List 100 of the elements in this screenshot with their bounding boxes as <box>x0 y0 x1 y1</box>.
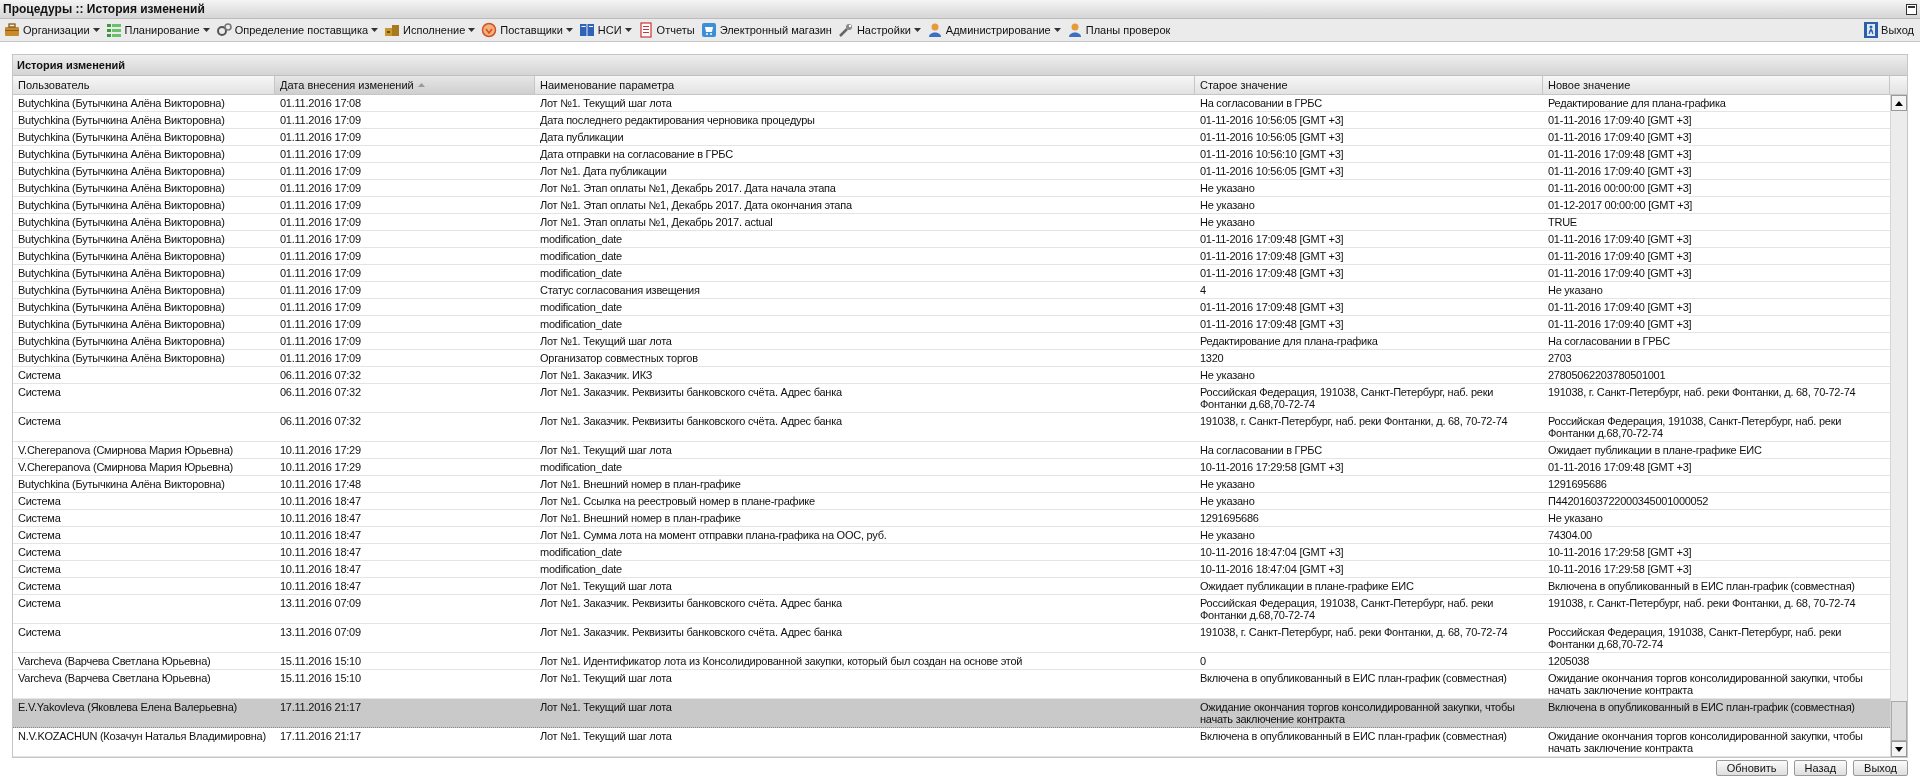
column-header[interactable]: Старое значение <box>1195 76 1543 94</box>
action-button[interactable]: Обновить <box>1715 760 1788 776</box>
table-cell-text: E.V.Yakovleva (Яковлева Елена Валерьевна) <box>17 700 238 715</box>
book-icon <box>578 22 595 38</box>
scroll-thumb[interactable] <box>1891 701 1907 741</box>
table-cell-text: Лот №1. Сумма лота на момент отправки плана-графика на ООС, руб. <box>539 528 888 543</box>
table-cell-text: Лот №1. Текущий шаг лота <box>539 334 673 349</box>
table-cell-text: 01.11.2016 17:09 <box>279 249 362 264</box>
column-header[interactable]: Наименование параметра <box>535 76 1195 94</box>
menu-item[interactable]: Планы проверок <box>1066 22 1171 38</box>
table-cell-text: Ожидает публикации в плане-графике ЕИС <box>1199 579 1415 594</box>
document-icon <box>637 22 654 38</box>
table-row[interactable]: Система 10.11.2016 18:47 Лот №1. Ссылка на реестровый номер в плане-графике Не указано П44201603722000345001000052 <box>13 493 1890 510</box>
action-button[interactable]: Назад <box>1793 760 1848 776</box>
exit-button[interactable]: Выход <box>1864 22 1914 38</box>
table-cell-text: 10.11.2016 18:47 <box>279 545 362 560</box>
table-row[interactable]: Butychkina (Бутычкина Алёна Викторовна) 01.11.2016 17:09 Лот №1. Текущий шаг лота Редактирование для плана-графика На согласовании в ГРБС <box>13 333 1890 350</box>
column-header[interactable]: Новое значение <box>1543 76 1890 94</box>
table-cell-text: Лот №1. Заказчик. Реквизиты банковского счёта. Адрес банка <box>539 414 843 429</box>
window-title: Процедуры :: История изменений <box>3 2 205 16</box>
table-row[interactable]: Butychkina (Бутычкина Алёна Викторовна) 10.11.2016 17:48 Лот №1. Внешний номер в план-графике Не указано 1291695686 <box>13 476 1890 493</box>
table-cell-text: Лот №1. Ссылка на реестровый номер в плане-графике <box>539 494 816 509</box>
table-cell-text: 01.11.2016 17:09 <box>279 266 362 281</box>
table-cell-text: Butychkina (Бутычкина Алёна Викторовна) <box>17 198 226 213</box>
table-cell-text: Butychkina (Бутычкина Алёна Викторовна) <box>17 249 226 264</box>
table-row[interactable]: Butychkina (Бутычкина Алёна Викторовна) 01.11.2016 17:09 Лот №1. Дата публикации 01-11-2016 10:56:05 [GMT +3] 01-11-2016 17:09:40 [GMT +3] <box>13 163 1890 180</box>
menu-item[interactable]: Электронный магазин <box>700 22 832 38</box>
menu-item[interactable]: Отчеты <box>637 22 695 38</box>
menu-item[interactable]: Организации <box>4 22 100 38</box>
column-header[interactable]: Пользователь <box>13 76 275 94</box>
table-cell-text: Лот №1. Текущий шаг лота <box>539 700 673 715</box>
table-cell-text: 10-11-2016 18:47:04 [GMT +3] <box>1199 545 1345 560</box>
table-cell-text: 01-11-2016 17:09:48 [GMT +3] <box>1199 317 1345 332</box>
person-icon <box>1066 22 1083 38</box>
table-row[interactable]: Система 10.11.2016 18:47 Лот №1. Сумма лота на момент отправки плана-графика на ООС, руб. Не указано 74304.00 <box>13 527 1890 544</box>
table-cell-text: 01-11-2016 17:09:40 [GMT +3] <box>1547 249 1693 264</box>
table-cell-text: 01-11-2016 10:56:05 [GMT +3] <box>1199 113 1345 128</box>
caret-icon <box>624 28 632 32</box>
caret-icon <box>468 28 476 32</box>
menu-item[interactable]: НСИ <box>578 22 632 38</box>
table-cell-text: Не указано <box>1547 283 1604 298</box>
table-cell-text: 15.11.2016 15:10 <box>279 654 362 669</box>
table-cell-text: Лот №1. Текущий шаг лота <box>539 443 673 458</box>
scrollbar[interactable] <box>1890 95 1907 757</box>
table-cell-text: Ожидание окончания торгов консолидированной закупки, чтобы начать заключение контракта <box>1547 729 1864 756</box>
table-row[interactable]: Butychkina (Бутычкина Алёна Викторовна) 01.11.2016 17:08 Лот №1. Текущий шаг лота На согласовании в ГРБС Редактирование для плана-графика <box>13 95 1890 112</box>
menu-item[interactable]: Исполнение <box>384 22 476 38</box>
table-row[interactable]: V.Cherepanova (Смирнова Мария Юрьевна) 10.11.2016 17:29 Лот №1. Текущий шаг лота На согласовании в ГРБС Ожидает публикации в плане-графике ЕИС <box>13 442 1890 459</box>
up-arrow-icon <box>1895 100 1903 106</box>
table-cell-text: Лот №1. Этап оплаты №1, Декабрь 2017. Дата окончания этапа <box>539 198 853 213</box>
table-row[interactable]: Butychkina (Бутычкина Алёна Викторовна) 01.11.2016 17:09 Лот №1. Этап оплаты №1, Декабрь 2017. actual Не указано TRUE <box>13 214 1890 231</box>
table-cell-text: 01-11-2016 17:09:48 [GMT +3] <box>1199 266 1345 281</box>
caret-icon <box>202 28 210 32</box>
table-cell-text: Система <box>17 511 62 526</box>
scroll-down-button[interactable] <box>1891 741 1907 757</box>
table-cell-text: 74304.00 <box>1547 528 1593 543</box>
table-cell-text: 01-11-2016 00:00:00 [GMT +3] <box>1547 181 1693 196</box>
table-cell-text: Ожидание окончания торгов консолидированной закупки, чтобы начать заключение контракта <box>1199 700 1516 727</box>
down-arrow-icon <box>1895 746 1903 752</box>
table-row[interactable]: Butychkina (Бутычкина Алёна Викторовна) 01.11.2016 17:09 Дата публикации 01-11-2016 10:56:05 [GMT +3] 01-11-2016 17:09:40 [GMT +3] <box>13 129 1890 146</box>
table-cell-text: 01-11-2016 17:09:48 [GMT +3] <box>1199 300 1345 315</box>
briefcase-icon <box>4 22 20 38</box>
menu-item[interactable]: Планирование <box>105 22 210 38</box>
table-cell-text: 01-11-2016 17:09:40 [GMT +3] <box>1547 232 1693 247</box>
table-cell-text: Российская Федерация, 191038, Санкт-Петербург, наб. реки Фонтанки д.68,70-72-74 <box>1547 625 1843 652</box>
table-row[interactable]: Varcheva (Варчева Светлана Юрьевна) 15.11.2016 15:10 Лот №1. Идентификатор лота из Консолидированной закупки, который был создан на основе этой 0 1205038 <box>13 653 1890 670</box>
menu-item[interactable]: Поставщики <box>481 22 573 38</box>
table-cell-text: Включена в опубликованный в ЕИС план-график (совместная) <box>1547 579 1856 594</box>
table-cell-text: Система <box>17 385 62 400</box>
table-cell-text: 27805062203780501001 <box>1547 368 1667 383</box>
table-cell-text: 06.11.2016 07:32 <box>279 385 362 400</box>
table-cell-text: 10-11-2016 18:47:04 [GMT +3] <box>1199 562 1345 577</box>
table-cell-text: 01-11-2016 17:09:40 [GMT +3] <box>1547 130 1693 145</box>
table-row[interactable]: Butychkina (Бутычкина Алёна Викторовна) 01.11.2016 17:09 Лот №1. Этап оплаты №1, Декабрь 2017. Дата начала этапа Не указано 01-11-2016 00:00:00 [GMT +3] <box>13 180 1890 197</box>
table-row[interactable]: Система 10.11.2016 18:47 Лот №1. Текущий шаг лота Ожидает публикации в плане-графике ЕИС Включена в опубликованный в ЕИС план-график (совместная) <box>13 578 1890 595</box>
table-cell-text: Не указано <box>1199 181 1256 196</box>
table-cell-text: Включена в опубликованный в ЕИС план-график (совместная) <box>1547 700 1856 715</box>
caret-icon <box>92 28 100 32</box>
table-cell-text: Лот №1. Заказчик. Реквизиты банковского счёта. Адрес банка <box>539 596 843 611</box>
table-row[interactable] <box>13 699 1890 728</box>
table-cell-text: 01.11.2016 17:09 <box>279 232 362 247</box>
table-row[interactable]: Система 10.11.2016 18:47 Лот №1. Внешний номер в план-графике 1291695686 Не указано <box>13 510 1890 527</box>
table-row[interactable]: Butychkina (Бутычкина Алёна Викторовна) 01.11.2016 17:09 Лот №1. Этап оплаты №1, Декабрь 2017. Дата окончания этапа Не указано 01-12-2017 00:00:00 [GMT +3] <box>13 197 1890 214</box>
menu-item[interactable]: Определение поставщика <box>215 22 379 38</box>
table-cell-text: Varcheva (Варчева Светлана Юрьевна) <box>17 671 212 686</box>
table-cell-text: 01.11.2016 17:09 <box>279 351 362 366</box>
table-cell-text: 01.11.2016 17:09 <box>279 181 362 196</box>
table-cell-text: Лот №1. Заказчик. ИКЗ <box>539 368 654 383</box>
table-cell-text: 10.11.2016 18:47 <box>279 528 362 543</box>
action-button[interactable]: Выход <box>1853 760 1908 776</box>
maximize-icon <box>1906 3 1917 15</box>
table-cell-text: 10-11-2016 17:29:58 [GMT +3] <box>1547 545 1693 560</box>
scroll-up-button[interactable] <box>1891 95 1907 111</box>
menu-item[interactable]: Администрирование <box>926 22 1061 38</box>
table-cell-text: 10-11-2016 17:29:58 [GMT +3] <box>1199 460 1345 475</box>
menu-item[interactable]: Настройки <box>837 22 921 38</box>
column-header[interactable]: Дата внесения изменений <box>275 76 535 94</box>
table-cell-text: Лот №1. Дата публикации <box>539 164 668 179</box>
table-cell-text: 13.11.2016 07:09 <box>279 625 362 640</box>
table-cell-text: N.V.KOZACHUN (Козачун Наталья Владимировна) <box>17 729 267 744</box>
